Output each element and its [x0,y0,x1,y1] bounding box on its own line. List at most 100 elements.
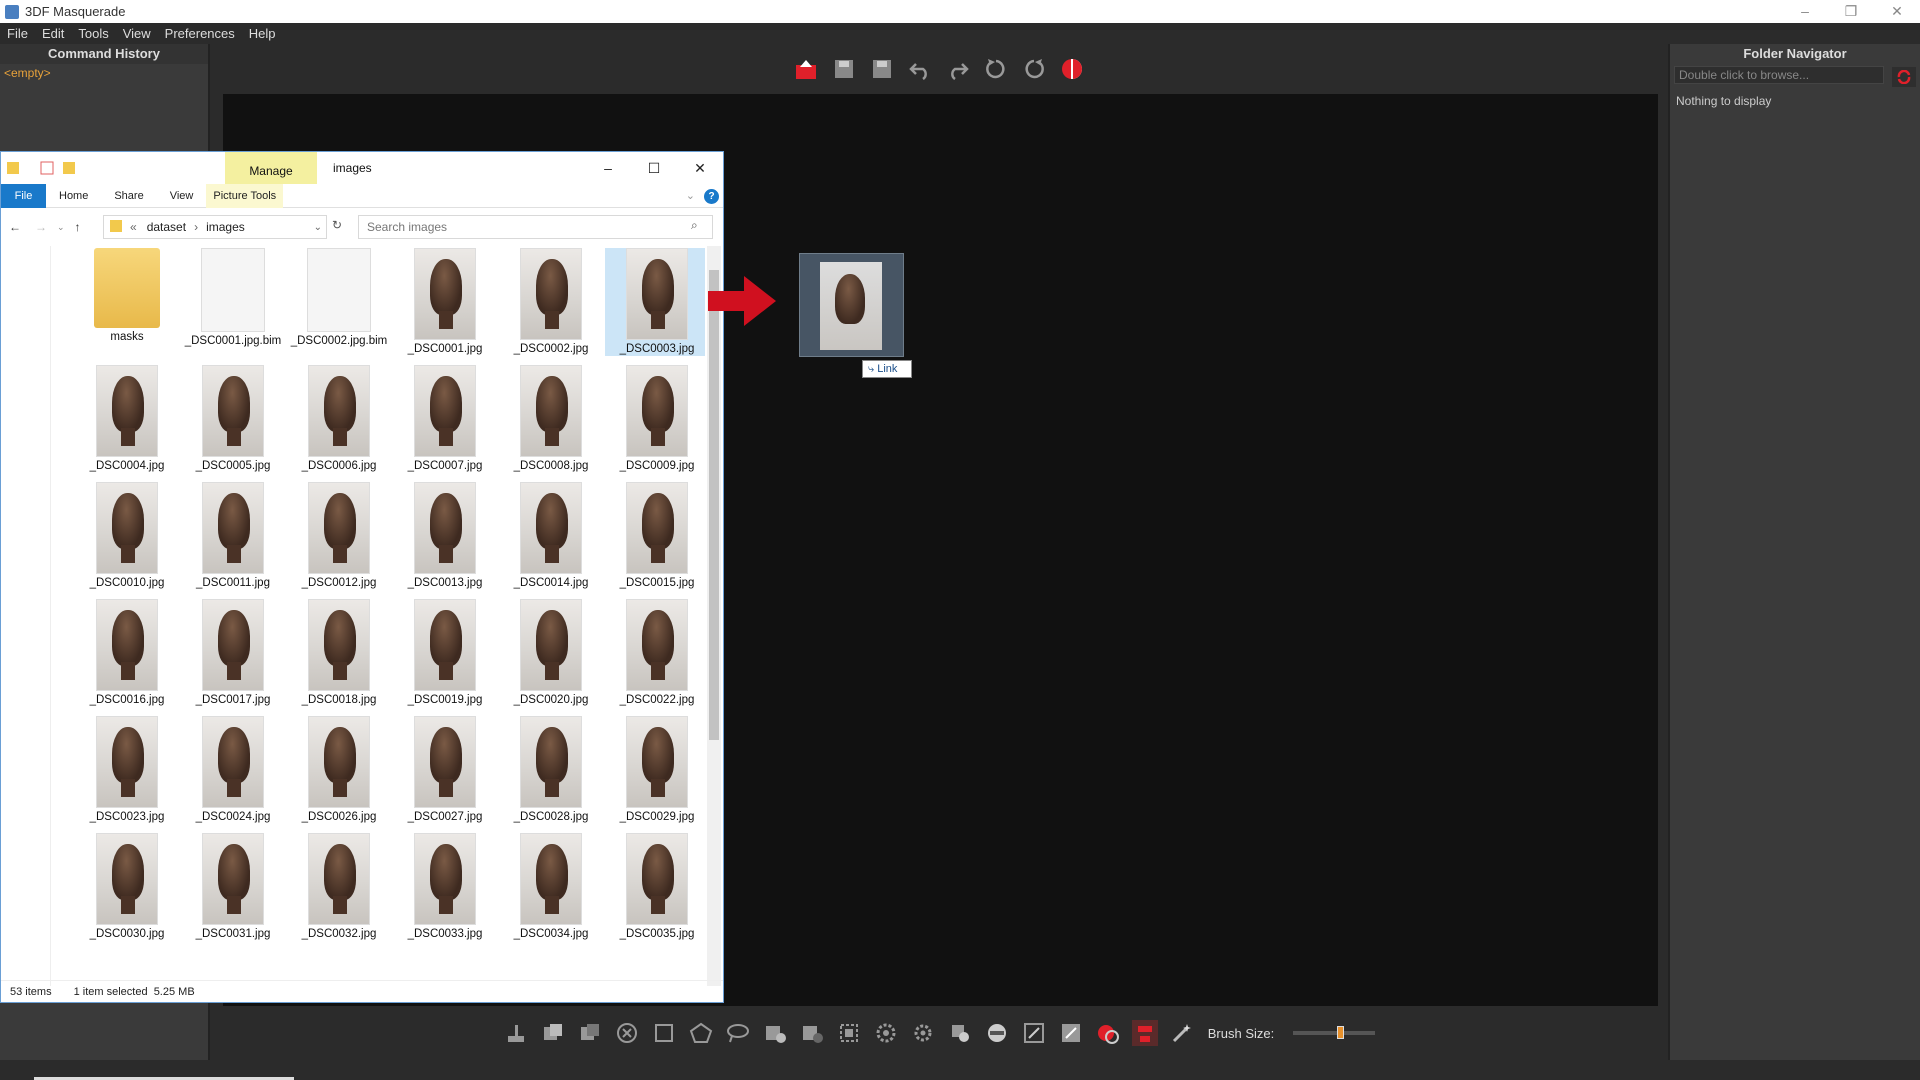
file-item[interactable]: _DSC0006.jpg [287,365,391,473]
file-item[interactable]: _DSC0026.jpg [287,716,391,824]
close-button[interactable]: ✕ [1874,3,1920,20]
restore-button[interactable]: ❐ [1828,3,1874,20]
navigation-pane[interactable] [1,246,51,986]
rectangle-tool-button[interactable] [651,1020,677,1046]
color-fill-button[interactable] [1095,1020,1121,1046]
redo-button[interactable] [945,56,971,82]
ribbon-view-tab[interactable]: View [157,190,207,202]
file-item[interactable]: _DSC0030.jpg [75,833,179,941]
grow-button[interactable] [762,1020,788,1046]
file-item[interactable]: _DSC0014.jpg [499,482,603,590]
clear-button[interactable] [614,1020,640,1046]
ribbon-expand-icon[interactable]: ⌄ [686,189,695,202]
manage-tab[interactable]: Manage [225,152,317,184]
file-item[interactable]: _DSC0002.jpg.bim [287,248,391,348]
address-box[interactable]: « dataset › images ⌄ [103,215,327,239]
file-item[interactable]: _DSC0002.jpg [499,248,603,356]
brush-size-thumb[interactable] [1337,1026,1345,1039]
refresh-address-icon[interactable]: ↻ [332,218,342,232]
refresh-button[interactable] [1892,67,1916,87]
file-item[interactable]: _DSC0001.jpg.bim [181,248,285,348]
file-item[interactable]: _DSC0035.jpg [605,833,705,941]
save-button[interactable] [831,56,857,82]
back-icon[interactable]: ← [9,220,21,234]
menu-tools[interactable]: Tools [71,26,115,41]
file-item[interactable]: _DSC0009.jpg [605,365,705,473]
remove-mask-button[interactable] [984,1020,1010,1046]
address-dropdown-icon[interactable]: ⌄ [314,222,322,233]
file-item[interactable]: _DSC0029.jpg [605,716,705,824]
file-item[interactable]: _DSC0032.jpg [287,833,391,941]
erase-button[interactable] [1058,1020,1084,1046]
mask-add-button[interactable] [540,1020,566,1046]
active-brush-button[interactable] [1131,1020,1158,1046]
ribbon-file-tab[interactable]: File [1,183,46,208]
file-item[interactable]: _DSC0020.jpg [499,599,603,707]
lasso-tool-button[interactable] [725,1020,751,1046]
ribbon-home-tab[interactable]: Home [46,190,101,202]
file-item[interactable]: _DSC0008.jpg [499,365,603,473]
rotate-right-button[interactable] [1021,56,1047,82]
options-button[interactable] [910,1020,936,1046]
explorer-close-button[interactable]: ✕ [677,152,723,184]
shrink-button[interactable] [799,1020,825,1046]
recent-icon[interactable]: ⌄ [57,222,65,233]
breadcrumb-dataset[interactable]: dataset [147,220,186,234]
browse-field[interactable]: Double click to browse... [1674,66,1884,84]
explorer-minimize-button[interactable]: – [585,152,631,184]
search-input[interactable]: Search images [358,215,713,239]
menu-preferences[interactable]: Preferences [158,26,242,41]
menu-file[interactable]: File [0,26,35,41]
file-item[interactable]: _DSC0005.jpg [181,365,285,473]
help-icon[interactable]: ? [704,189,719,204]
file-item[interactable]: _DSC0017.jpg [181,599,285,707]
magic-wand-button[interactable] [1169,1020,1195,1046]
auto-mask-button[interactable] [836,1020,862,1046]
minimize-button[interactable]: – [1782,3,1828,20]
file-item[interactable]: _DSC0024.jpg [181,716,285,824]
scrollbar-thumb[interactable] [709,270,719,740]
batch-button[interactable] [947,1020,973,1046]
file-item[interactable]: _DSC0016.jpg [75,599,179,707]
menu-help[interactable]: Help [242,26,283,41]
file-item[interactable]: _DSC0015.jpg [605,482,705,590]
file-item[interactable]: _DSC0027.jpg [393,716,497,824]
up-icon[interactable]: ↑ [75,220,81,234]
file-item[interactable]: _DSC0011.jpg [181,482,285,590]
breadcrumb-images[interactable]: images [206,220,245,234]
rotate-left-button[interactable] [983,56,1009,82]
brush-tool-button[interactable] [503,1020,529,1046]
ribbon-share-tab[interactable]: Share [101,190,156,202]
file-item[interactable]: _DSC0001.jpg [393,248,497,356]
file-item[interactable]: _DSC0019.jpg [393,599,497,707]
draw-button[interactable] [1021,1020,1047,1046]
file-item[interactable]: _DSC0033.jpg [393,833,497,941]
file-item[interactable]: _DSC0018.jpg [287,599,391,707]
explorer-maximize-button[interactable]: ☐ [631,152,677,184]
forward-icon[interactable]: → [35,220,47,234]
file-item[interactable]: masks [75,248,179,344]
file-item[interactable]: _DSC0004.jpg [75,365,179,473]
file-item[interactable]: _DSC0010.jpg [75,482,179,590]
file-grid-scrollbar[interactable] [707,246,721,986]
file-item[interactable]: _DSC0023.jpg [75,716,179,824]
open-button[interactable] [793,56,819,82]
file-item[interactable]: _DSC0013.jpg [393,482,497,590]
file-item[interactable]: _DSC0012.jpg [287,482,391,590]
brush-size-slider[interactable] [1293,1026,1376,1039]
file-item[interactable]: _DSC0028.jpg [499,716,603,824]
undo-button[interactable] [907,56,933,82]
settings-button[interactable] [873,1020,899,1046]
file-item[interactable]: _DSC0022.jpg [605,599,705,707]
mask-sub-button[interactable] [577,1020,603,1046]
file-item[interactable]: _DSC0003.jpg [605,248,705,356]
breadcrumb-overflow[interactable]: « [130,220,137,234]
file-item[interactable]: _DSC0034.jpg [499,833,603,941]
menu-view[interactable]: View [116,26,158,41]
file-item[interactable]: _DSC0007.jpg [393,365,497,473]
menu-edit[interactable]: Edit [35,26,71,41]
save-as-button[interactable] [869,56,895,82]
file-item[interactable]: _DSC0031.jpg [181,833,285,941]
polygon-tool-button[interactable] [688,1020,714,1046]
ribbon-picture-tools-tab[interactable]: Picture Tools [206,183,284,208]
